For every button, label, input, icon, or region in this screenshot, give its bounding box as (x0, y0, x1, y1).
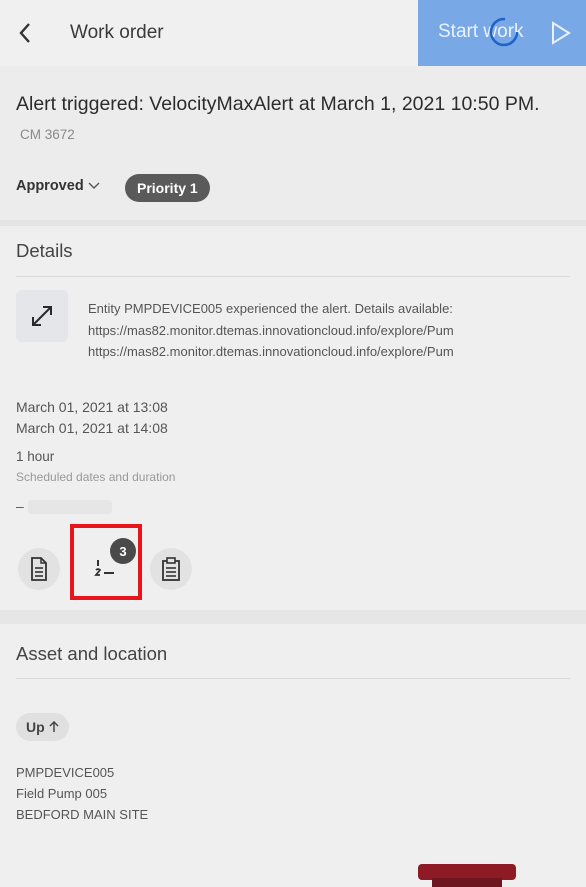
scheduled-start: March 01, 2021 at 13:08 (16, 399, 168, 415)
scheduled-finish: March 01, 2021 at 14:08 (16, 420, 168, 436)
workorder-number: CM 3672 (20, 127, 75, 142)
duration-value: 1 hour (16, 449, 55, 464)
description-line: https://mas82.monitor.dtemas.innovationc… (88, 322, 454, 338)
asset-heading: Asset and location (16, 643, 168, 664)
workorder-description: Alert triggered: VelocityMaxAlert at Mar… (16, 93, 540, 115)
description-line: https://mas82.monitor.dtemas.innovationc… (88, 344, 454, 359)
top-bar: Work order Start work (0, 0, 586, 66)
status-label: Approved (16, 178, 84, 194)
expand-button[interactable] (16, 290, 68, 342)
details-heading: Details (16, 240, 73, 261)
divider (16, 276, 570, 277)
highlight-box (70, 524, 142, 600)
document-icon (31, 557, 47, 581)
checklist-button[interactable] (150, 548, 192, 590)
chevron-left-icon (19, 23, 30, 43)
start-work-button[interactable]: Start work (418, 0, 586, 66)
floating-action-base (432, 878, 502, 887)
asset-name: Field Pump 005 (16, 786, 108, 801)
loading-spinner-icon (489, 17, 519, 47)
divider (16, 678, 570, 679)
workorder-header: Alert triggered: VelocityMaxAlert at Mar… (0, 66, 586, 220)
play-icon (552, 21, 571, 45)
page-title: Work order (70, 22, 164, 43)
chevron-down-icon (88, 182, 100, 189)
asset-id: PMPDEVICE005 (16, 765, 115, 780)
expand-icon (32, 306, 52, 326)
status-dropdown[interactable]: Approved (16, 178, 100, 194)
description-line: Entity PMPDEVICE005 experienced the aler… (88, 301, 453, 316)
placeholder-bar (28, 500, 112, 514)
arrow-up-icon (49, 721, 59, 732)
attachments-button[interactable] (18, 548, 60, 590)
site-name: BEDFORD MAIN SITE (16, 807, 149, 822)
back-button[interactable] (12, 18, 38, 48)
empty-value: – (16, 498, 24, 514)
asset-status-label: Up (26, 719, 45, 735)
workorder-title: Alert triggered: VelocityMaxAlert at Mar… (16, 90, 556, 149)
priority-badge: Priority 1 (125, 174, 210, 202)
duration-label: Scheduled dates and duration (16, 470, 176, 484)
asset-status-chip: Up (16, 713, 69, 741)
section-divider (0, 610, 586, 624)
workorder-long-description: Entity PMPDEVICE005 experienced the aler… (88, 298, 574, 363)
clipboard-icon (162, 557, 180, 581)
